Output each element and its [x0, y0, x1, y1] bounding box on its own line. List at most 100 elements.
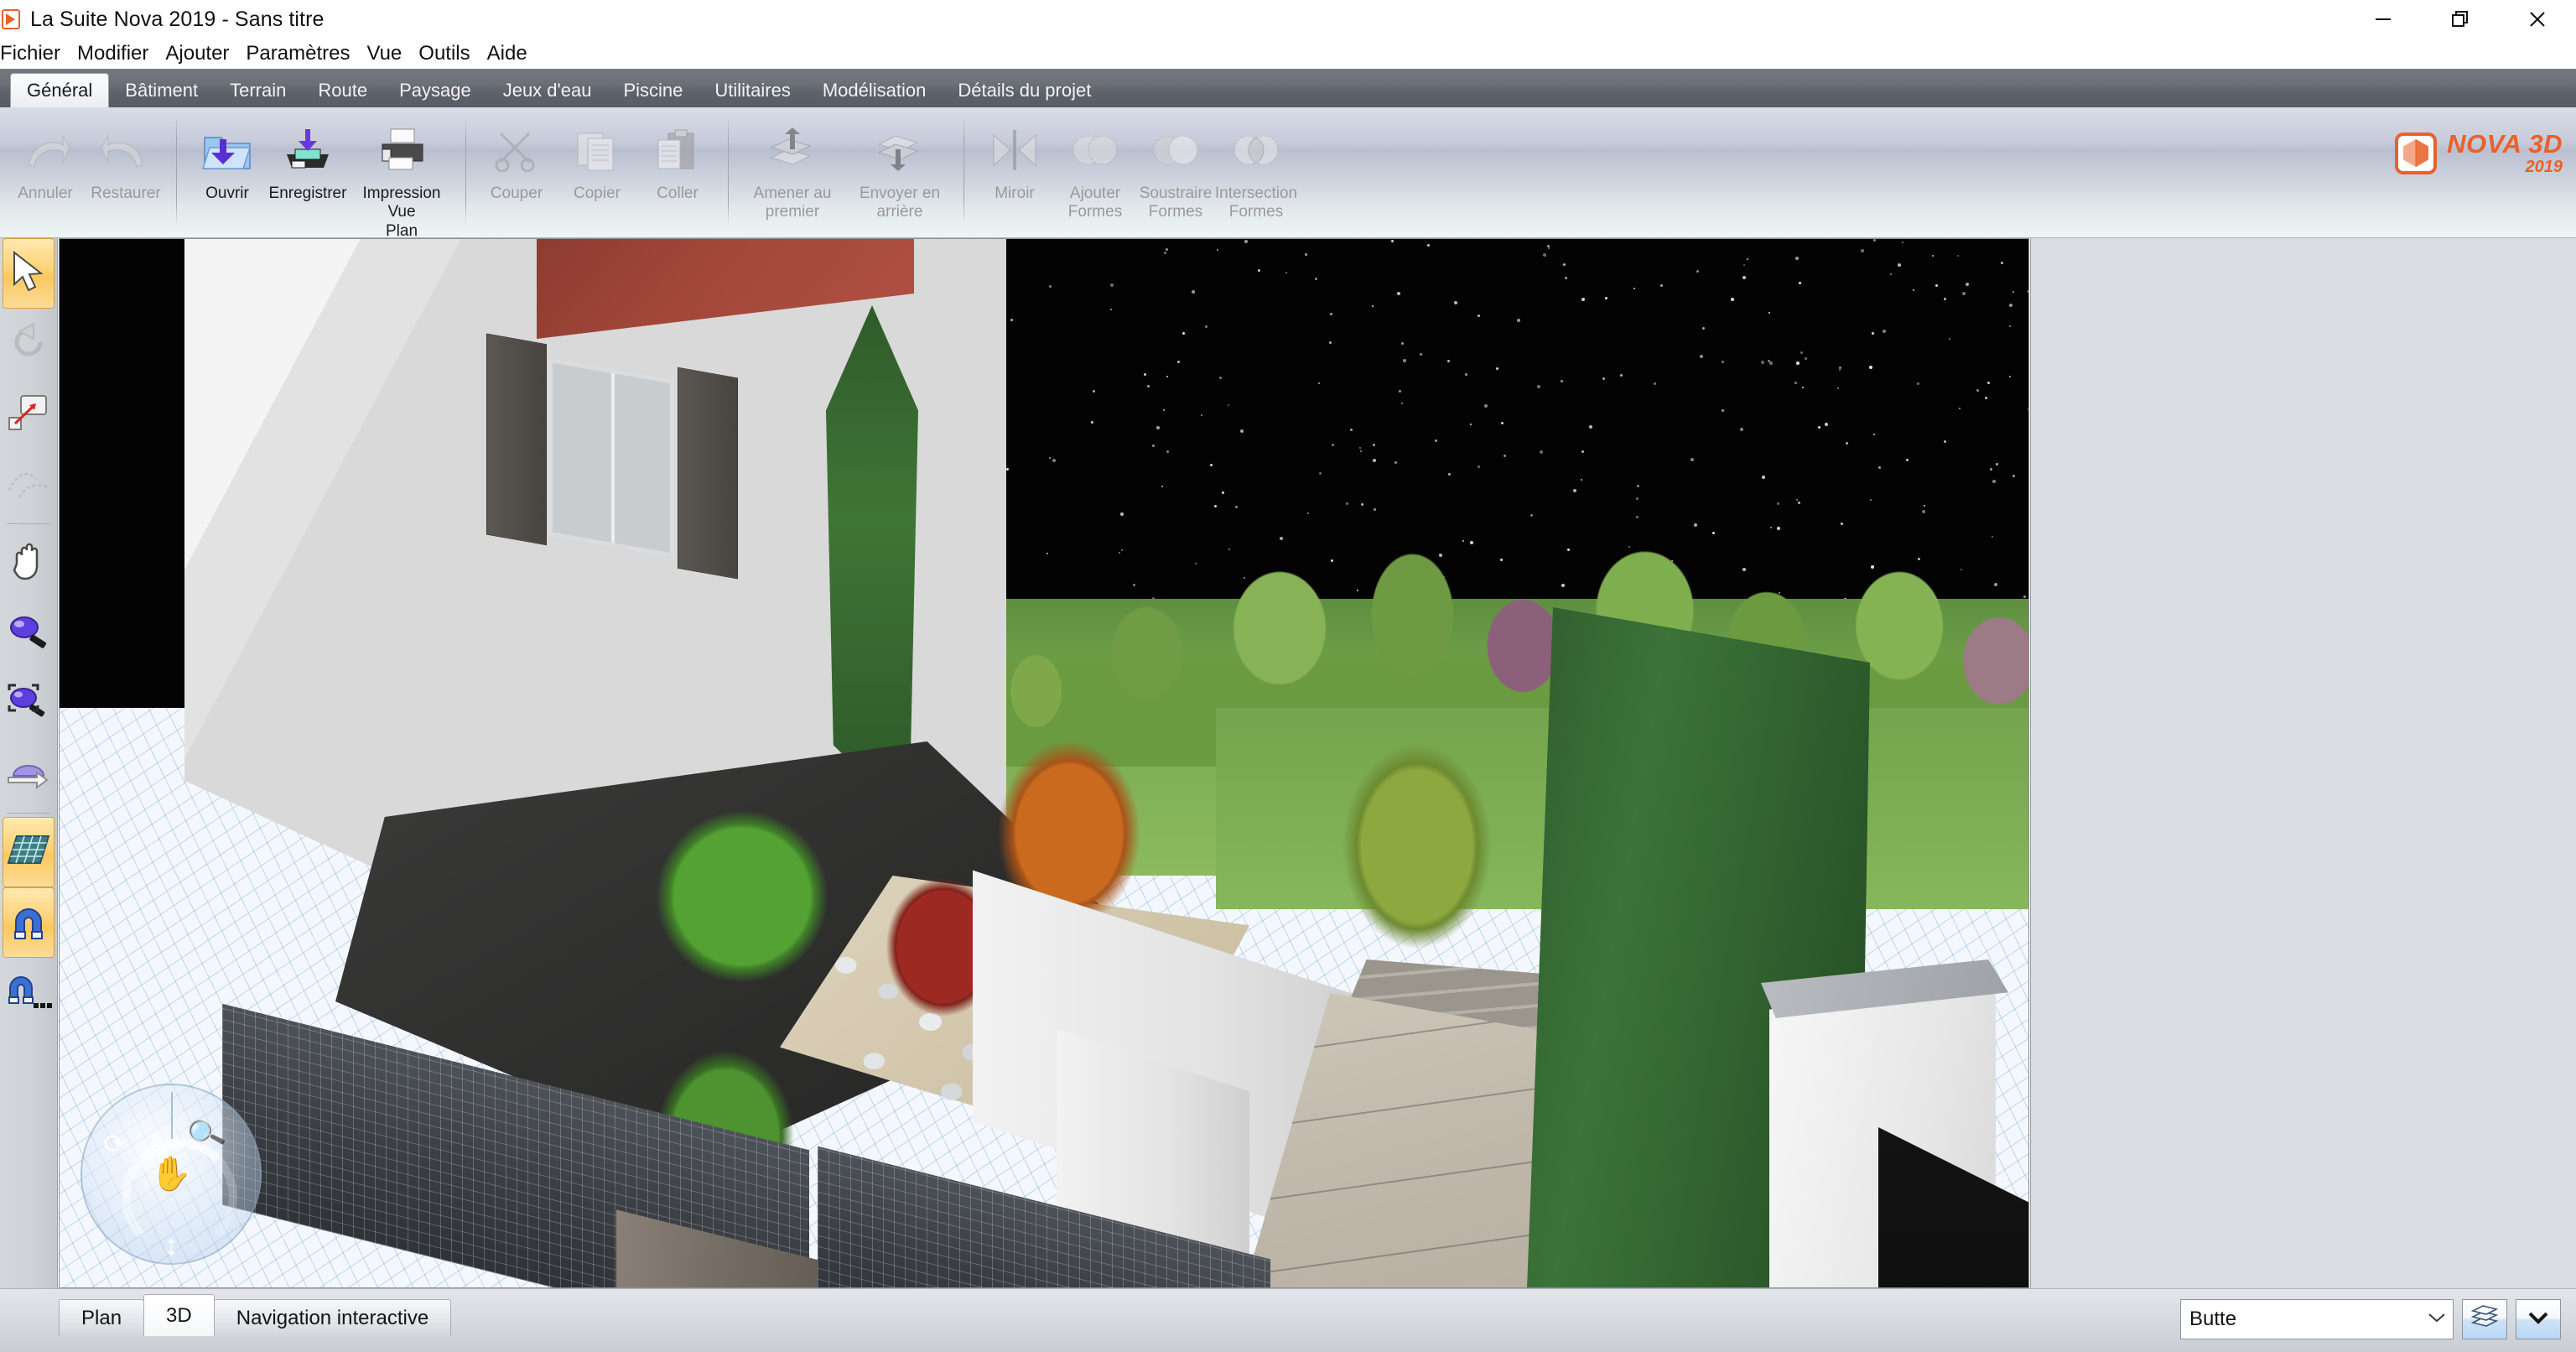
ribbon-separator — [728, 114, 729, 226]
tab-jeux-d-eau[interactable]: Jeux d'eau — [487, 74, 608, 107]
print-plan-view-button[interactable]: Impression Vue Plan — [348, 112, 455, 242]
zoom-tool[interactable] — [3, 598, 55, 668]
snap-toggle[interactable] — [3, 887, 55, 958]
scale-tool[interactable] — [3, 379, 55, 450]
star — [1330, 313, 1332, 315]
star — [1166, 450, 1169, 453]
logo-name: NOVA 3D — [2447, 129, 2563, 159]
subtract-shapes-button[interactable]: Soustraire Formes — [1135, 112, 1216, 242]
tab-navigation-interactive[interactable]: Navigation interactive — [213, 1299, 452, 1336]
tab-plan[interactable]: Plan — [59, 1299, 145, 1336]
bottom-status-bar: Plan 3D Navigation interactive Butte — [0, 1288, 2576, 1352]
updown-arrow-icon[interactable]: ↕ — [164, 1231, 179, 1260]
tab-details-du-projet[interactable]: Détails du projet — [942, 74, 1107, 107]
star — [1374, 508, 1376, 511]
star — [1177, 361, 1180, 363]
viewport-3d[interactable] — [59, 238, 2029, 1288]
menu-item-parametres[interactable]: Paramètres — [237, 42, 358, 65]
star — [1800, 351, 1803, 354]
save-button[interactable]: Enregistrer — [267, 112, 348, 242]
star — [1700, 355, 1703, 358]
pan-tool[interactable] — [3, 528, 55, 598]
tab-utilitaires[interactable]: Utilitaires — [699, 74, 806, 107]
undo-label: Annuler — [18, 185, 73, 202]
cut-button[interactable]: Couper — [476, 112, 557, 242]
ribbon-group-file: Ouvrir Enregistrer Impression Vue Plan — [182, 107, 460, 240]
star — [1976, 389, 1979, 392]
star — [1802, 387, 1804, 388]
tab-piscine[interactable]: Piscine — [607, 74, 699, 107]
star — [1401, 342, 1404, 345]
clipboard-icon — [653, 124, 702, 176]
open-button[interactable]: Ouvrir — [187, 112, 267, 242]
star — [1049, 285, 1052, 288]
menu-item-modifier[interactable]: Modifier — [69, 42, 157, 65]
toolbar-divider — [7, 813, 50, 814]
layer-select[interactable]: Butte — [2180, 1299, 2454, 1339]
zoom-window-tool[interactable] — [3, 668, 55, 739]
menu-item-aide[interactable]: Aide — [479, 42, 536, 65]
nova-app-icon — [2, 8, 23, 31]
expand-button[interactable] — [2516, 1299, 2561, 1339]
select-tool[interactable] — [3, 238, 55, 309]
send-to-back-button[interactable]: Envoyer en arrière — [846, 112, 953, 242]
star — [1636, 497, 1639, 500]
layer-select-value: Butte — [2189, 1308, 2237, 1330]
tab-terrain[interactable]: Terrain — [214, 74, 302, 107]
menu-item-outils[interactable]: Outils — [410, 42, 478, 65]
orbit-tool[interactable] — [3, 739, 55, 809]
ribbon-group-shapes: Miroir Ajouter Formes Soustraire Formes … — [969, 107, 1301, 237]
tab-batiment[interactable]: Bâtiment — [109, 74, 214, 107]
star — [1319, 472, 1322, 475]
copy-button[interactable]: Copier — [557, 112, 637, 242]
orbit-icon[interactable]: ⟳ — [103, 1128, 126, 1160]
tab-general[interactable]: Général — [10, 73, 110, 108]
curve-tool[interactable] — [3, 450, 55, 520]
grid-toggle[interactable] — [3, 817, 55, 887]
snap-options[interactable] — [3, 958, 55, 1028]
star — [1805, 357, 1807, 360]
menu-item-ajouter[interactable]: Ajouter — [157, 42, 237, 65]
undo-icon — [19, 124, 71, 176]
star — [1722, 361, 1724, 363]
tab-route[interactable]: Route — [302, 74, 383, 107]
ribbon-group-arrange: Amener au premier Envoyer en arrière — [734, 107, 958, 237]
star — [1006, 468, 1009, 471]
union-shapes-button[interactable]: Ajouter Formes — [1055, 112, 1135, 242]
tab-modelisation[interactable]: Modélisation — [807, 74, 943, 107]
cut-label: Couper — [490, 185, 543, 202]
tab-paysage[interactable]: Paysage — [383, 74, 487, 107]
send-to-back-icon — [872, 124, 927, 176]
star — [1201, 414, 1202, 416]
star — [1573, 489, 1576, 492]
star — [2009, 376, 2011, 377]
menu-item-vue[interactable]: Vue — [358, 42, 410, 65]
layers-button[interactable] — [2462, 1299, 2507, 1339]
hand-icon[interactable]: ✋ — [150, 1157, 192, 1191]
star — [1166, 248, 1168, 251]
star — [1743, 264, 1745, 266]
minimize-button[interactable] — [2345, 0, 2422, 39]
star — [1329, 341, 1332, 344]
close-button[interactable] — [2499, 0, 2576, 39]
paste-button[interactable]: Coller — [637, 112, 718, 242]
intersect-shapes-icon — [1230, 124, 1282, 176]
rotate-tool[interactable] — [3, 309, 55, 379]
bring-to-front-button[interactable]: Amener au premier — [739, 112, 846, 242]
redo-button[interactable]: Restaurer — [86, 112, 166, 242]
tab-3d[interactable]: 3D — [143, 1294, 215, 1336]
star — [1517, 319, 1520, 322]
intersect-shapes-button[interactable]: Intersection Formes — [1215, 112, 1297, 242]
star — [1660, 284, 1663, 287]
navigation-widget[interactable]: ⟳ 🔍 ✋ ↕ — [80, 1084, 262, 1265]
undo-button[interactable]: Annuler — [5, 112, 86, 242]
magnifier-icon — [8, 612, 49, 655]
ribbon-tab-strip: Général Bâtiment Terrain Route Paysage J… — [0, 69, 2576, 108]
restore-button[interactable] — [2422, 0, 2499, 39]
star — [1605, 297, 1607, 299]
ribbon-group-clipboard: Couper Copier Coller — [471, 107, 723, 237]
star — [1110, 309, 1112, 310]
menu-item-fichier[interactable]: Fichier — [0, 42, 69, 65]
mirror-button[interactable]: Miroir — [974, 112, 1055, 242]
star — [1359, 447, 1361, 449]
